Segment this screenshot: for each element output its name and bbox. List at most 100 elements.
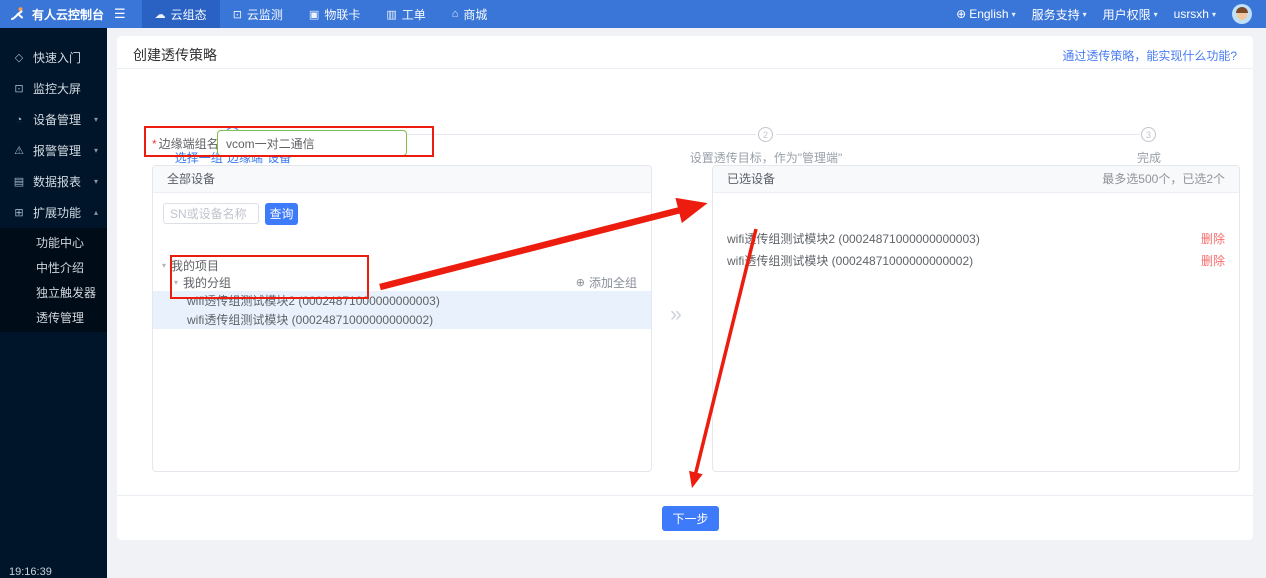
- tree-node-project[interactable]: ▾ 我的项目: [153, 257, 651, 273]
- nav-tab-iot-card[interactable]: ▣ 物联卡: [296, 0, 373, 28]
- selected-devices-body: wifi透传组测试模块2 (00024871000000000003) 删除 w…: [713, 193, 1239, 472]
- nav-tab-mall[interactable]: ⌂ 商城: [439, 0, 501, 28]
- chevron-down-icon: ▾: [1154, 10, 1158, 19]
- nav-tab-label: 工单: [402, 6, 426, 23]
- chevron-down-icon: ▾: [1012, 10, 1016, 19]
- group-name-label-text: 边缘端组名: [159, 137, 219, 151]
- username-label: usrsxh: [1174, 7, 1209, 21]
- selected-device-name: wifi透传组测试模块2 (00024871000000000003): [727, 230, 980, 247]
- permissions-label: 用户权限: [1103, 6, 1151, 23]
- navbar-right: ⊕ English ▾ 服务支持 ▾ 用户权限 ▾ usrsxh ▾: [956, 0, 1266, 28]
- help-link[interactable]: 通过透传策略，能实现什么功能?: [1062, 47, 1237, 64]
- step-label-2: 设置透传目标，作为"管理端": [690, 149, 843, 166]
- nav-tab-label: 云组态: [171, 6, 207, 23]
- all-devices-header: 全部设备: [153, 166, 651, 193]
- stepper: 1 2 3 选择一组"边缘端"设备 设置透传目标，作为"管理端" 完成: [117, 76, 1253, 128]
- user-dropdown[interactable]: usrsxh ▾: [1174, 7, 1216, 21]
- submenu-label: 功能中心: [36, 234, 84, 251]
- permissions-dropdown[interactable]: 用户权限 ▾: [1103, 6, 1158, 23]
- nav-tab-cloud-monitor[interactable]: ⊡ 云监测: [220, 0, 296, 28]
- support-dropdown[interactable]: 服务支持 ▾: [1032, 6, 1087, 23]
- tree-expand-icon[interactable]: ▾: [174, 278, 178, 287]
- sidebar: ◇ 快速入门 ⊡ 监控大屏 ◔ 设备管理 ▾ ⚠ 报警管理 ▾ ▤ 数据报表 ▾…: [0, 28, 107, 578]
- sim-card-icon: ▣: [309, 8, 319, 21]
- device-name: wifi透传组测试模块2 (00024871000000000003): [187, 292, 440, 309]
- nav-tab-label: 云监测: [247, 6, 283, 23]
- sidebar-item-quick-start[interactable]: ◇ 快速入门: [0, 42, 107, 73]
- support-label: 服务支持: [1032, 6, 1080, 23]
- device-tree-item-1[interactable]: wifi透传组测试模块2 (00024871000000000003): [153, 291, 651, 310]
- submenu-item-independent-trigger[interactable]: 独立触发器: [0, 280, 107, 305]
- all-devices-title: 全部设备: [167, 172, 215, 186]
- delete-link[interactable]: 删除: [1201, 252, 1225, 269]
- transfer-right-button[interactable]: »: [661, 300, 691, 330]
- device-tree-item-2[interactable]: wifi透传组测试模块 (00024871000000000002): [153, 310, 651, 329]
- nav-tab-cloud-scada[interactable]: ☁ 云组态: [142, 0, 220, 28]
- extensions-submenu: 功能中心 中性介绍 独立触发器 透传管理: [0, 228, 107, 332]
- add-all-label: 添加全组: [589, 274, 637, 291]
- group-name-input[interactable]: [217, 130, 407, 156]
- top-navbar: 有人云控制台 ☰ ☁ 云组态 ⊡ 云监测 ▣ 物联卡 ▥ 工单 ⌂ 商城 ⊕ E…: [0, 0, 1266, 28]
- gauge-icon: ◔: [12, 114, 26, 126]
- sidebar-item-label: 报警管理: [33, 142, 81, 159]
- group-name-label: *边缘端组名: [152, 135, 219, 152]
- selected-devices-panel: 已选设备 最多选500个，已选2个 wifi透传组测试模块2 (00024871…: [712, 165, 1240, 472]
- nav-tab-work-order[interactable]: ▥ 工单: [373, 0, 438, 28]
- cloud-icon: ☁: [155, 8, 166, 21]
- step-connector: [776, 134, 1140, 135]
- brand-name: 有人云控制台: [32, 6, 104, 23]
- footer-divider: [117, 495, 1253, 496]
- hamburger-menu-icon[interactable]: ☰: [114, 6, 126, 22]
- language-label: English: [969, 7, 1008, 21]
- sidebar-item-extensions[interactable]: ⊞ 扩展功能 ▴: [0, 197, 107, 228]
- nav-tab-label: 物联卡: [324, 6, 360, 23]
- submenu-item-neutral-intro[interactable]: 中性介绍: [0, 255, 107, 280]
- nav-tab-label: 商城: [463, 6, 487, 23]
- compass-icon: ◇: [12, 51, 26, 64]
- storefront-icon: ⌂: [452, 8, 459, 20]
- step-circle-3: 3: [1141, 127, 1156, 142]
- required-marker: *: [152, 137, 157, 151]
- chevron-down-icon: ▾: [1083, 10, 1087, 19]
- selected-devices-title: 已选设备: [727, 172, 775, 186]
- brand: 有人云控制台 ☰: [0, 0, 136, 28]
- add-all-group-link[interactable]: ⊕ 添加全组: [576, 274, 637, 290]
- submenu-label: 独立触发器: [36, 284, 96, 301]
- device-name: wifi透传组测试模块 (00024871000000000002): [187, 311, 433, 328]
- sidebar-item-monitor-screen[interactable]: ⊡ 监控大屏: [0, 73, 107, 104]
- ticket-icon: ▥: [386, 8, 396, 21]
- tree-group-label: 我的分组: [183, 274, 231, 291]
- all-devices-body: 查询 ▾ 我的项目 ▾ 我的分组 ⊕ 添加全组 wifi透传组测试模块2 (00…: [153, 193, 651, 472]
- sidebar-item-alarm-management[interactable]: ⚠ 报警管理 ▾: [0, 135, 107, 166]
- next-step-button[interactable]: 下一步: [662, 506, 719, 531]
- timestamp: 19:16:39: [9, 566, 52, 578]
- chevron-down-icon: ▾: [94, 146, 98, 155]
- step-label-3: 完成: [1137, 149, 1161, 166]
- step-circle-2: 2: [758, 127, 773, 142]
- nav-tabs: ☁ 云组态 ⊡ 云监测 ▣ 物联卡 ▥ 工单 ⌂ 商城: [142, 0, 501, 28]
- globe-icon: ⊕: [956, 7, 966, 21]
- sidebar-item-data-reports[interactable]: ▤ 数据报表 ▾: [0, 166, 107, 197]
- selected-device-name: wifi透传组测试模块 (00024871000000000002): [727, 252, 973, 269]
- search-button[interactable]: 查询: [265, 203, 298, 225]
- device-search-input[interactable]: [163, 203, 259, 224]
- submenu-item-passthrough-management[interactable]: 透传管理: [0, 305, 107, 330]
- chevron-up-icon: ▴: [94, 208, 98, 217]
- sidebar-item-device-management[interactable]: ◔ 设备管理 ▾: [0, 104, 107, 135]
- grid-icon: ⊞: [12, 206, 26, 219]
- sidebar-item-label: 设备管理: [33, 111, 81, 128]
- page-title: 创建透传策略: [133, 45, 217, 65]
- avatar[interactable]: [1232, 4, 1252, 24]
- selection-limit-text: 最多选500个，已选2个: [1102, 166, 1225, 193]
- main-card: 创建透传策略 通过透传策略，能实现什么功能? 1 2 3 选择一组"边缘端"设备…: [117, 36, 1253, 540]
- circle-plus-icon: ⊕: [576, 276, 585, 289]
- chevron-down-icon: ▾: [94, 177, 98, 186]
- chevron-down-icon: ▾: [1212, 10, 1216, 19]
- delete-link[interactable]: 删除: [1201, 230, 1225, 247]
- selected-device-row-2: wifi透传组测试模块 (00024871000000000002) 删除: [713, 250, 1239, 270]
- tree-expand-icon[interactable]: ▾: [162, 261, 166, 270]
- submenu-label: 中性介绍: [36, 259, 84, 276]
- submenu-item-function-center[interactable]: 功能中心: [0, 230, 107, 255]
- language-dropdown[interactable]: ⊕ English ▾: [956, 7, 1015, 21]
- step-number: 3: [1146, 130, 1151, 140]
